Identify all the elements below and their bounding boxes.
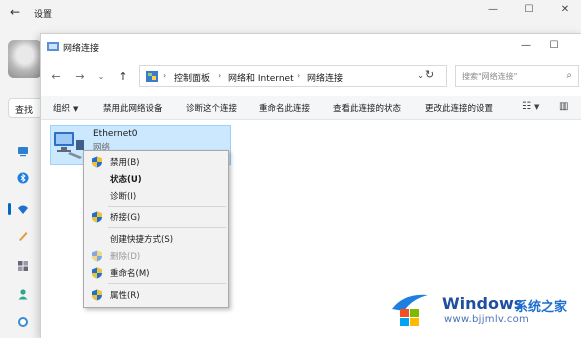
breadcrumb-separator-icon: › xyxy=(163,71,167,80)
close-icon[interactable]: ✕ xyxy=(558,4,572,15)
bluetooth-icon[interactable] xyxy=(17,172,29,184)
window-title: 网络连接 xyxy=(63,44,100,54)
time-language-icon[interactable] xyxy=(17,316,29,328)
shield-icon xyxy=(92,267,102,279)
watermark-brand: Windows xyxy=(442,294,524,313)
menu-item-status[interactable]: 状态(U) xyxy=(84,171,228,187)
breadcrumb-control-panel[interactable]: 控制面板 xyxy=(174,71,210,84)
breadcrumb-network-connections[interactable]: 网络连接 xyxy=(307,71,343,84)
apps-icon[interactable] xyxy=(17,260,29,272)
nav-active-indicator xyxy=(8,203,11,215)
shield-icon xyxy=(92,156,102,168)
menu-item-label: 删除(D) xyxy=(110,252,141,262)
maximize-icon[interactable]: ☐ xyxy=(522,4,536,15)
watermark-url: www.bjjmlv.com xyxy=(444,314,530,325)
view-status-button[interactable]: 查看此连接的状态 xyxy=(333,102,401,114)
breadcrumb-network-internet[interactable]: 网络和 Internet xyxy=(228,71,294,84)
personalization-icon[interactable] xyxy=(17,230,29,242)
shield-icon xyxy=(92,250,102,262)
menu-item-label: 重命名(M) xyxy=(110,269,150,279)
chevron-down-icon: ▼ xyxy=(73,105,79,113)
menu-separator xyxy=(108,227,226,228)
adapter-name: Ethernet0 xyxy=(93,129,138,139)
windows-logo-icon xyxy=(392,294,428,326)
minimize-icon[interactable]: — xyxy=(486,4,500,15)
watermark: Windows 系统之家 www.bjjmlv.com xyxy=(390,287,580,333)
menu-item-label: 状态(U) xyxy=(110,175,142,185)
preview-pane-icon[interactable]: ▥ xyxy=(559,101,568,112)
context-menu: 禁用(B) 状态(U) 诊断(I) 桥接(G) 创建快捷方式(S) 删除(D) … xyxy=(83,150,229,308)
command-bar: 组织 ▼ 禁用此网络设备 诊断这个连接 重命名此连接 查看此连接的状态 更改此连接… xyxy=(41,96,581,120)
menu-item-label: 创建快捷方式(S) xyxy=(110,235,174,245)
change-settings-button[interactable]: 更改此连接的设置 xyxy=(425,102,493,114)
minimize-icon[interactable]: — xyxy=(519,40,533,51)
settings-title: 设置 xyxy=(34,10,53,20)
shield-icon xyxy=(92,289,102,301)
menu-separator xyxy=(108,206,226,207)
menu-item-bridge[interactable]: 桥接(G) xyxy=(84,209,228,225)
window-titlebar: 网络连接 — ☐ xyxy=(41,34,581,62)
menu-item-diagnose[interactable]: 诊断(I) xyxy=(84,188,228,204)
menu-item-disable[interactable]: 禁用(B) xyxy=(84,154,228,170)
forward-icon[interactable]: → xyxy=(73,70,87,83)
menu-item-delete: 删除(D) xyxy=(84,248,228,264)
settings-titlebar: ← 设置 — ☐ ✕ xyxy=(0,0,581,26)
organize-button[interactable]: 组织 ▼ xyxy=(53,102,78,114)
address-bar[interactable]: › 控制面板 › 网络和 Internet › 网络连接 ⌄ xyxy=(139,65,447,87)
menu-item-label: 桥接(G) xyxy=(110,213,141,223)
address-bar-row: ← → ⌄ ↑ › 控制面板 › 网络和 Internet › 网络连接 ⌄ ↻… xyxy=(41,64,581,94)
menu-item-label: 禁用(B) xyxy=(110,158,140,168)
network-folder-icon xyxy=(47,42,59,51)
diagnose-button[interactable]: 诊断这个连接 xyxy=(186,102,237,114)
menu-item-create-shortcut[interactable]: 创建快捷方式(S) xyxy=(84,231,228,247)
avatar xyxy=(8,40,42,78)
disable-device-button[interactable]: 禁用此网络设备 xyxy=(103,102,163,114)
maximize-icon[interactable]: ☐ xyxy=(547,40,561,51)
menu-separator xyxy=(108,283,226,284)
refresh-icon[interactable]: ↻ xyxy=(425,68,434,81)
recent-dropdown-icon[interactable]: ⌄ xyxy=(94,72,108,81)
search-placeholder: 搜索"网络连接" xyxy=(462,72,518,81)
network-adapter-icon xyxy=(54,132,84,159)
search-input[interactable]: 搜索"网络连接" ⌕ xyxy=(455,65,579,87)
back-arrow-icon[interactable]: ← xyxy=(10,5,20,19)
up-icon[interactable]: ↑ xyxy=(116,70,130,83)
menu-item-label: 诊断(I) xyxy=(110,192,137,202)
view-options-icon[interactable]: ☷ ▼ xyxy=(522,101,539,112)
watermark-brand-cn: 系统之家 xyxy=(515,300,568,315)
system-icon[interactable] xyxy=(17,145,29,157)
control-panel-icon xyxy=(146,71,158,82)
shield-icon xyxy=(92,211,102,223)
network-wifi-icon[interactable] xyxy=(17,203,29,215)
back-icon[interactable]: ← xyxy=(49,70,63,83)
organize-label: 组织 xyxy=(53,104,71,114)
menu-item-rename[interactable]: 重命名(M) xyxy=(84,265,228,281)
rename-button[interactable]: 重命名此连接 xyxy=(259,102,310,114)
menu-item-properties[interactable]: 属性(R) xyxy=(84,287,228,303)
menu-item-label: 属性(R) xyxy=(110,291,140,301)
search-icon: ⌕ xyxy=(566,70,572,81)
accounts-icon[interactable] xyxy=(17,288,29,300)
breadcrumb-separator-icon: › xyxy=(297,71,301,80)
breadcrumb-separator-icon: › xyxy=(218,71,222,80)
address-dropdown-icon[interactable]: ⌄ xyxy=(417,71,424,80)
